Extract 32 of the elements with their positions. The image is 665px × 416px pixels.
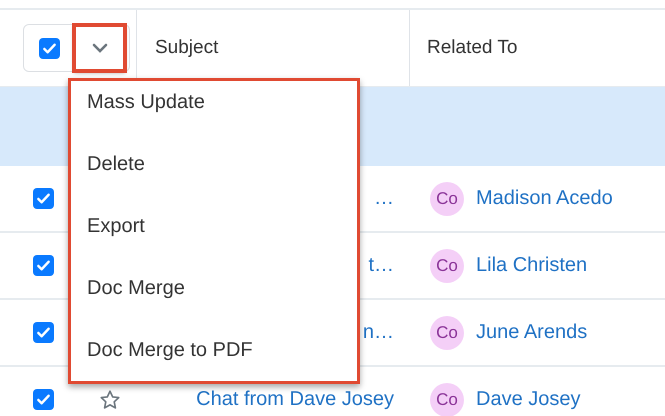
menu-item[interactable]: Export <box>71 205 357 267</box>
check-icon <box>36 258 51 273</box>
avatar: Co <box>430 182 464 216</box>
actions-dropdown-button[interactable] <box>74 25 125 71</box>
checkbox[interactable] <box>33 188 54 209</box>
related-link[interactable]: Dave Josey <box>476 388 580 411</box>
checkbox[interactable] <box>33 389 54 410</box>
column-header[interactable]: Subject <box>155 37 218 59</box>
related-link[interactable]: Madison Acedo <box>476 187 613 210</box>
subject-link[interactable]: … <box>374 187 394 210</box>
menu-item[interactable]: Doc Merge to PDF <box>71 329 357 381</box>
menu-item[interactable]: Doc Merge <box>71 267 357 329</box>
subject-link[interactable]: t… <box>368 254 394 277</box>
column-header[interactable]: Related To <box>427 37 518 58</box>
check-icon <box>36 392 51 407</box>
checkbox[interactable] <box>33 255 54 276</box>
check-icon <box>36 191 51 206</box>
check-icon <box>42 40 57 56</box>
related-link[interactable]: June Arends <box>476 321 588 344</box>
checkbox[interactable] <box>33 322 54 343</box>
chevron-down-icon <box>92 43 108 53</box>
related-link[interactable]: Lila Christen <box>476 254 588 277</box>
menu-item[interactable]: Mass Update <box>71 81 357 143</box>
subject-link[interactable]: Chat from Dave Josey <box>196 388 394 411</box>
avatar: Co <box>430 382 464 416</box>
star-icon[interactable] <box>99 388 121 410</box>
checkbox[interactable] <box>39 38 60 58</box>
check-icon <box>36 325 51 340</box>
subject-link[interactable]: n… <box>362 321 394 344</box>
menu-item[interactable]: Delete <box>71 143 357 205</box>
avatar: Co <box>430 316 464 350</box>
avatar: Co <box>430 248 464 282</box>
